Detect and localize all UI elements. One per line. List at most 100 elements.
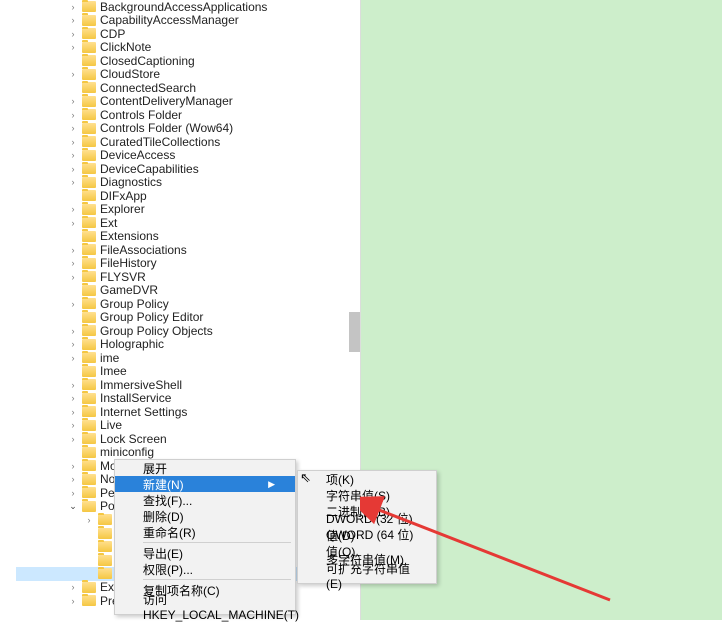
expand-toggle[interactable]: › <box>68 204 78 214</box>
folder-icon <box>82 271 96 282</box>
tree-item-group-policy-editor[interactable]: Group Policy Editor <box>16 311 360 325</box>
tree-item-label: FileAssociations <box>100 243 187 257</box>
expand-toggle[interactable]: ⌄ <box>68 501 78 512</box>
folder-icon <box>82 447 96 458</box>
expand-toggle[interactable]: › <box>68 339 78 349</box>
folder-icon <box>82 312 96 323</box>
expand-toggle[interactable]: › <box>68 596 78 606</box>
menu-item[interactable]: 权限(P)... <box>115 561 295 577</box>
folder-icon <box>98 555 112 566</box>
expand-toggle[interactable]: › <box>68 218 78 228</box>
tree-item-controls-folder[interactable]: ›Controls Folder <box>16 108 360 122</box>
menu-item[interactable]: 导出(E) <box>115 545 295 561</box>
folder-icon <box>82 244 96 255</box>
tree-item-curatedtilecollections[interactable]: ›CuratedTileCollections <box>16 135 360 149</box>
submenu-item[interactable]: 项(K) <box>298 471 436 487</box>
folder-icon <box>82 487 96 498</box>
expand-toggle[interactable]: › <box>68 42 78 52</box>
expand-toggle[interactable]: › <box>68 2 78 12</box>
context-menu-new-submenu[interactable]: 项(K)字符串值(S)二进制值(B)DWORD (32 位)值(D)QWORD … <box>297 470 437 584</box>
folder-icon <box>82 258 96 269</box>
tree-item-label: Extensions <box>100 229 159 243</box>
tree-item-ime[interactable]: ›ime <box>16 351 360 365</box>
expand-toggle[interactable]: › <box>68 137 78 147</box>
expand-toggle[interactable]: › <box>68 326 78 336</box>
expand-toggle[interactable]: › <box>68 407 78 417</box>
tree-item-extensions[interactable]: Extensions <box>16 230 360 244</box>
tree-item-closedcaptioning[interactable]: ClosedCaptioning <box>16 54 360 68</box>
tree-item-cloudstore[interactable]: ›CloudStore <box>16 68 360 82</box>
expand-toggle[interactable]: › <box>68 258 78 268</box>
context-menu-main[interactable]: 展开新建(N)▶查找(F)...删除(D)重命名(R) 导出(E)权限(P)...… <box>114 459 296 615</box>
tree-item-holographic[interactable]: ›Holographic <box>16 338 360 352</box>
tree-item-ext[interactable]: › Ext <box>16 216 360 230</box>
tree-item-diagnostics[interactable]: ›Diagnostics <box>16 176 360 190</box>
tree-item-fileassociations[interactable]: › FileAssociations <box>16 243 360 257</box>
menu-item-label: 查找(F)... <box>143 492 192 509</box>
menu-item[interactable]: 重命名(R) <box>115 524 295 540</box>
expand-toggle[interactable]: › <box>68 96 78 106</box>
tree-item-devicecapabilities[interactable]: ›DeviceCapabilities <box>16 162 360 176</box>
tree-item-filehistory[interactable]: ›FileHistory <box>16 257 360 271</box>
expand-toggle[interactable]: › <box>68 582 78 592</box>
tree-item-connectedsearch[interactable]: ConnectedSearch <box>16 81 360 95</box>
expand-toggle[interactable]: › <box>68 29 78 39</box>
tree-item-explorer[interactable]: ›Explorer <box>16 203 360 217</box>
tree-item-gamedvr[interactable]: GameDVR <box>16 284 360 298</box>
tree-item-difxapp[interactable]: DIFxApp <box>16 189 360 203</box>
tree-item-capabilityaccessmanager[interactable]: ›CapabilityAccessManager <box>16 14 360 28</box>
expand-toggle[interactable]: › <box>68 420 78 430</box>
menu-item[interactable]: 访问 HKEY_LOCAL_MACHINE(T) <box>115 598 295 614</box>
expand-toggle[interactable]: › <box>68 15 78 25</box>
submenu-item[interactable]: 可扩充字符串值(E) <box>298 567 436 583</box>
submenu-item[interactable]: 字符串值(S) <box>298 487 436 503</box>
folder-icon <box>82 501 96 512</box>
tree-item-group-policy-objects[interactable]: ›Group Policy Objects <box>16 324 360 338</box>
folder-icon <box>98 568 112 579</box>
tree-item-immersiveshell[interactable]: › ImmersiveShell <box>16 378 360 392</box>
menu-item[interactable]: 查找(F)... <box>115 492 295 508</box>
expand-toggle[interactable]: › <box>68 461 78 471</box>
expand-toggle[interactable]: › <box>68 69 78 79</box>
tree-item-internet-settings[interactable]: ›Internet Settings <box>16 405 360 419</box>
menu-item[interactable]: 展开 <box>115 460 295 476</box>
tree-item-contentdeliverymanager[interactable]: ›ContentDeliveryManager <box>16 95 360 109</box>
tree-item-controls-folder-wow64-[interactable]: ›Controls Folder (Wow64) <box>16 122 360 136</box>
expand-toggle[interactable]: › <box>84 515 94 525</box>
expand-toggle[interactable]: › <box>68 150 78 160</box>
tree-item-miniconfig[interactable]: miniconfig <box>16 446 360 460</box>
expand-toggle[interactable]: › <box>68 110 78 120</box>
menu-item[interactable]: 新建(N)▶ <box>115 476 295 492</box>
expand-toggle[interactable]: › <box>68 380 78 390</box>
tree-item-live[interactable]: ›Live <box>16 419 360 433</box>
tree-item-lock-screen[interactable]: ›Lock Screen <box>16 432 360 446</box>
tree-item-group-policy[interactable]: ›Group Policy <box>16 297 360 311</box>
expand-toggle[interactable]: › <box>68 474 78 484</box>
folder-icon <box>82 15 96 26</box>
expand-toggle[interactable]: › <box>68 123 78 133</box>
expand-toggle[interactable]: › <box>68 488 78 498</box>
tree-item-flysvr[interactable]: ›FLYSVR <box>16 270 360 284</box>
expand-toggle[interactable]: › <box>68 245 78 255</box>
expand-toggle[interactable]: › <box>68 272 78 282</box>
tree-item-label: ImmersiveShell <box>100 378 182 392</box>
tree-item-label: Ext <box>100 216 117 230</box>
expand-toggle[interactable]: › <box>68 353 78 363</box>
tree-item-clicknote[interactable]: ›ClickNote <box>16 41 360 55</box>
expand-toggle[interactable]: › <box>68 177 78 187</box>
tree-item-deviceaccess[interactable]: ›DeviceAccess <box>16 149 360 163</box>
scrollbar-thumb[interactable] <box>349 312 360 352</box>
tree-item-cdp[interactable]: ›CDP <box>16 27 360 41</box>
tree-item-imee[interactable]: Imee <box>16 365 360 379</box>
folder-icon <box>82 379 96 390</box>
expand-toggle[interactable]: › <box>68 393 78 403</box>
folder-icon <box>82 474 96 485</box>
tree-item-installservice[interactable]: ›InstallService <box>16 392 360 406</box>
expand-toggle[interactable]: › <box>68 299 78 309</box>
tree-item-backgroundaccessapplications[interactable]: ›BackgroundAccessApplications <box>16 0 360 14</box>
folder-icon <box>82 190 96 201</box>
submenu-item[interactable]: QWORD (64 位)值(Q) <box>298 535 436 551</box>
menu-item[interactable]: 删除(D) <box>115 508 295 524</box>
expand-toggle[interactable]: › <box>68 434 78 444</box>
expand-toggle[interactable]: › <box>68 164 78 174</box>
